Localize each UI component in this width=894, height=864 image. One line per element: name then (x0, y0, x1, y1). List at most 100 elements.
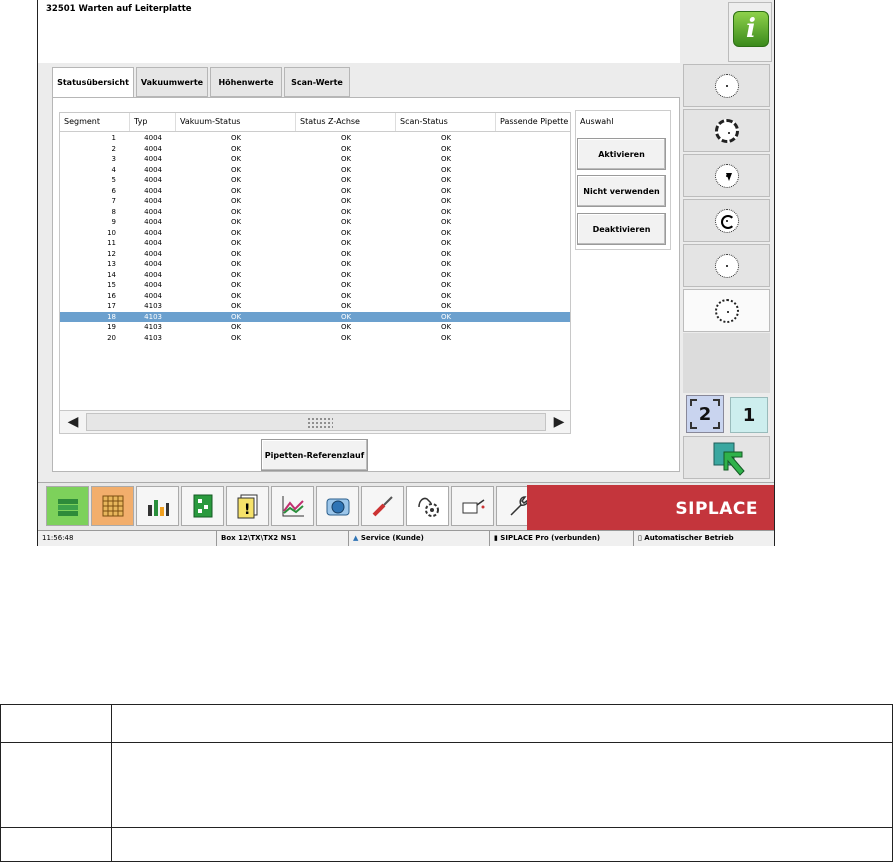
tab-vakuumwerte[interactable]: Vakuumwerte (136, 67, 208, 97)
table-row[interactable]: 19 4103 OK OK OK (60, 322, 570, 332)
cell-typ: 4004 (144, 239, 162, 247)
cell-status-z-achse: OK (340, 134, 352, 142)
cell-scan-status: OK (440, 281, 452, 289)
cell-typ: 4004 (144, 144, 162, 153)
svg-text:!: ! (244, 502, 250, 518)
scroll-left-icon[interactable]: ◀ (64, 415, 82, 429)
side-button-6[interactable] (683, 289, 770, 332)
cell-segment: 10 (107, 228, 116, 237)
circuit-board-icon (193, 494, 213, 518)
table-row[interactable]: 15 4004 OK OK OK (60, 280, 570, 290)
side-button-4[interactable] (683, 199, 770, 242)
table-row[interactable]: 7 4004 OK OK OK (60, 196, 570, 206)
cell-scan-status: OK (440, 186, 452, 195)
info-button[interactable]: i (728, 2, 772, 62)
cell-status-z-achse: OK (340, 186, 352, 195)
table-row[interactable]: 11 4004 OK OK OK (60, 238, 570, 248)
page-indicator-1[interactable]: 1 (730, 397, 768, 433)
side-button-2[interactable] (683, 109, 770, 152)
status-time: 11:56:48 (42, 534, 74, 542)
table-row[interactable]: 8 4004 OK OK OK (60, 207, 570, 217)
side-spacer (683, 333, 770, 393)
page-1-label: 1 (742, 405, 756, 426)
cell-typ: 4004 (144, 207, 162, 216)
horizontal-scrollbar[interactable]: ◀ ▶ (59, 410, 571, 434)
exit-button[interactable] (683, 436, 770, 479)
dial-down-icon (715, 164, 739, 188)
table-row[interactable]: 6 4004 OK OK OK (60, 186, 570, 196)
cell-status-z-achse: OK (340, 333, 352, 342)
cell-vakuum-status: OK (230, 186, 242, 195)
warning-document-icon: ! (237, 494, 258, 519)
tab-hoehenwerte[interactable]: Höhenwerte (210, 67, 282, 97)
cell-vakuum-status: OK (230, 218, 242, 226)
cell-vakuum-status: OK (230, 270, 242, 279)
screwdriver-icon (372, 496, 393, 517)
cell-segment: 1 (111, 134, 116, 142)
cell-status-z-achse: OK (340, 249, 352, 258)
side-button-3[interactable] (683, 154, 770, 197)
table-row[interactable]: 13 4004 OK OK OK (60, 259, 570, 269)
cell-vakuum-status: OK (230, 260, 242, 268)
table-row[interactable]: 3 4004 OK OK OK (60, 154, 570, 164)
page-indicator-2[interactable]: 2 (686, 395, 724, 433)
tab-statusuebersicht[interactable]: Statusübersicht (52, 67, 134, 98)
table-row[interactable]: 14 4004 OK OK OK (60, 270, 570, 280)
table-row[interactable]: 17 4103 OK OK OK (60, 301, 570, 311)
table-row[interactable]: 5 4004 OK OK OK (60, 175, 570, 185)
deactivate-button[interactable]: Deaktivieren (577, 213, 666, 245)
cell-vakuum-status: OK (230, 281, 242, 289)
cell-scan-status: OK (440, 197, 452, 205)
dial-search-icon (715, 254, 739, 278)
taskbar-button-3[interactable] (136, 486, 179, 526)
siplace-logo: SIPLACE (527, 485, 774, 530)
activate-button[interactable]: Aktivieren (577, 138, 666, 170)
cell-segment: 13 (107, 260, 116, 268)
column-header-vakuum-status[interactable]: Vakuum-Status (176, 113, 296, 131)
taskbar-button-2[interactable] (91, 486, 134, 526)
corner-bracket-icon (690, 399, 697, 406)
column-header-segment[interactable]: Segment (60, 113, 130, 131)
table-row[interactable]: 4 4004 OK OK OK (60, 165, 570, 175)
table-row[interactable]: 9 4004 OK OK OK (60, 217, 570, 227)
cell-status-z-achse: OK (340, 239, 352, 247)
table-row[interactable]: 2 4004 OK OK OK (60, 144, 570, 154)
column-header-status-z-achse[interactable]: Status Z-Achse (296, 113, 396, 131)
column-header-typ[interactable]: Typ (130, 113, 176, 131)
do-not-use-button[interactable]: Nicht verwenden (577, 175, 666, 207)
column-header-passende-pipette[interactable]: Passende Pipette (496, 113, 572, 131)
cell-scan-status: OK (440, 144, 452, 153)
taskbar-button-5[interactable]: ! (226, 486, 269, 526)
cell-status-z-achse: OK (340, 270, 352, 279)
taskbar-button-6[interactable] (271, 486, 314, 526)
table-row[interactable]: 1 4004 OK OK OK (60, 133, 570, 143)
taskbar-button-10[interactable] (451, 486, 494, 526)
cell-segment: 17 (107, 302, 116, 310)
taskbar-button-7[interactable] (316, 486, 359, 526)
cell-vakuum-status: OK (230, 302, 242, 310)
pipette-reference-button[interactable]: Pipetten-Referenzlauf (261, 439, 368, 471)
taskbar-button-1[interactable] (46, 486, 89, 526)
cell-scan-status: OK (440, 291, 452, 300)
table-row[interactable]: 18 4103 OK OK OK (60, 311, 570, 322)
side-button-5[interactable] (683, 244, 770, 287)
camera-icon (326, 498, 350, 516)
column-header-scan-status[interactable]: Scan-Status (396, 113, 496, 131)
cell-scan-status: OK (440, 134, 452, 142)
cell-typ: 4004 (144, 186, 162, 195)
table-row[interactable]: 16 4004 OK OK OK (60, 291, 570, 301)
scroll-thumb[interactable] (86, 413, 546, 431)
cell-status-z-achse: OK (340, 165, 352, 174)
side-button-1[interactable] (683, 64, 770, 107)
taskbar-button-4[interactable] (181, 486, 224, 526)
document-table (0, 704, 893, 862)
taskbar-button-8[interactable] (361, 486, 404, 526)
table-row[interactable]: 10 4004 OK OK OK (60, 228, 570, 238)
tab-scan-werte[interactable]: Scan-Werte (284, 67, 350, 97)
table-row[interactable]: 20 4103 OK OK OK (60, 333, 570, 343)
table-row[interactable]: 12 4004 OK OK OK (60, 249, 570, 259)
taskbar-button-9[interactable] (406, 486, 449, 526)
cell-vakuum-status: OK (230, 228, 242, 237)
scroll-right-icon[interactable]: ▶ (550, 415, 568, 429)
segment-table[interactable]: Segment Typ Vakuum-Status Status Z-Achse… (59, 112, 571, 434)
